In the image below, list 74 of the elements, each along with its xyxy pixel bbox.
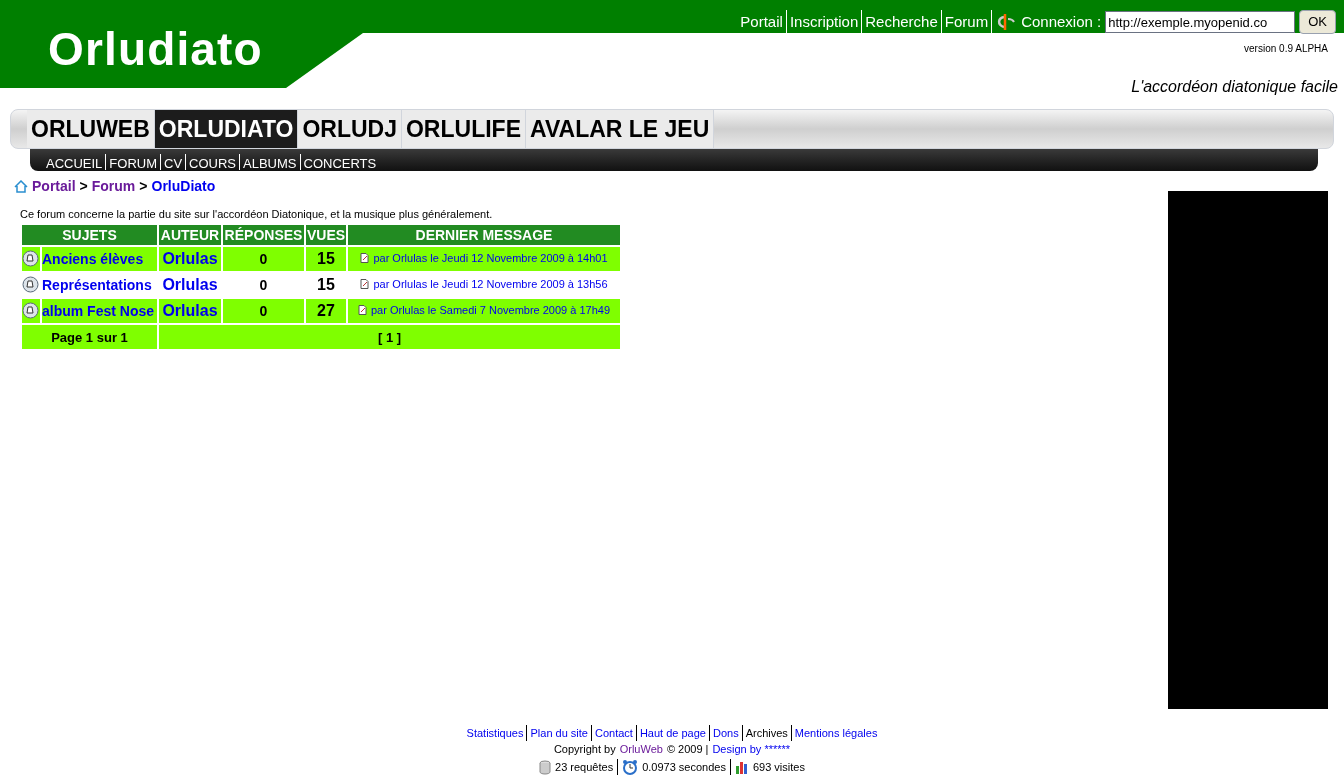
main-tab[interactable]: ORLUDIATO [154, 110, 299, 148]
document-icon [360, 252, 370, 263]
top-nav-link[interactable]: Portail [740, 10, 783, 34]
replies-count: 0 [259, 250, 268, 267]
design-link[interactable]: Design by ****** [712, 741, 791, 757]
database-icon [539, 759, 552, 775]
footer-link[interactable]: Mentions légales [794, 725, 878, 741]
openid-icon [995, 13, 1018, 31]
topic-link[interactable]: Représentations [42, 276, 152, 293]
views-count: 15 [317, 249, 335, 267]
column-header: SUJETS [22, 224, 157, 245]
alarm-clock-icon [622, 759, 639, 775]
topic-icon [22, 276, 39, 293]
copyright-text: Copyright by [553, 742, 616, 757]
stat-text: 23 requêtes [555, 760, 614, 775]
sub-nav-link[interactable]: CONCERTS [303, 157, 377, 170]
sub-nav-link[interactable]: ACCUEIL [46, 157, 103, 170]
sub-nav-link[interactable]: FORUM [109, 157, 158, 170]
bar-chart-icon [734, 760, 749, 774]
tagline: L'accordéon diatonique facile [1131, 77, 1338, 97]
breadcrumb-separator: > [139, 177, 148, 196]
column-header: AUTEUR [159, 224, 221, 245]
last-message-link[interactable]: par Orlulas le Samedi 7 Novembre 2009 à 17h49 [370, 301, 611, 319]
stat-text: 693 visites [752, 760, 805, 775]
document-icon [357, 304, 367, 315]
author-link[interactable]: Orlulas [162, 275, 218, 293]
stat-text: 0.0973 secondes [642, 760, 726, 775]
document-icon [360, 278, 370, 289]
top-nav-link[interactable]: Recherche [865, 10, 938, 34]
last-message-link[interactable]: par Orlulas le Jeudi 12 Novembre 2009 à 13h56 [373, 275, 608, 293]
top-nav-link[interactable]: Inscription [789, 10, 859, 34]
main-tab[interactable]: AVALAR LE JEU [526, 110, 715, 148]
topic-icon [22, 302, 39, 319]
breadcrumb-link[interactable]: Forum [91, 176, 136, 197]
topic-link[interactable]: Anciens élèves [42, 250, 144, 267]
forum-description: Ce forum concerne la partie du site sur l'accordéon Diatonique, et la musique plus généralement. [20, 207, 494, 222]
breadcrumb-link[interactable]: Portail [32, 176, 76, 197]
column-header: DERNIER MESSAGE [348, 224, 620, 245]
openid-field[interactable]: http://exemple.myopenid.co [1105, 11, 1296, 33]
page-info: Page 1 sur 1 [51, 329, 128, 345]
sub-nav-link[interactable]: ALBUMS [243, 157, 297, 170]
author-link[interactable]: Orlulas [162, 249, 218, 267]
sub-nav-link[interactable]: CV [164, 157, 183, 170]
last-message-link[interactable]: par Orlulas le Jeudi 12 Novembre 2009 à 14h01 [373, 249, 608, 267]
page-link[interactable]: [ 1 ] [377, 329, 402, 345]
home-icon [14, 180, 28, 193]
views-count: 27 [317, 301, 335, 319]
main-tab[interactable]: ORLULIFE [402, 110, 526, 148]
site-logo[interactable]: Orludiato [48, 26, 263, 72]
topic-link[interactable]: album Fest Nose [42, 302, 155, 319]
footer-link[interactable]: Haut de page [639, 725, 706, 741]
replies-count: 0 [259, 276, 268, 293]
column-header: VUES [306, 224, 346, 245]
main-tab[interactable]: ORLUDJ [298, 110, 402, 148]
author-link[interactable]: Orlulas [162, 301, 218, 319]
ok-button[interactable]: OK [1299, 10, 1336, 34]
footer-link[interactable]: Plan du site [530, 725, 588, 741]
footer-link[interactable]: Dons [712, 725, 739, 741]
sub-nav-link[interactable]: COURS [189, 157, 237, 170]
archives-label: Archives [745, 726, 788, 741]
footer-link[interactable]: Contact [594, 725, 633, 741]
column-header: RÉPONSES [223, 224, 304, 245]
version-label: version 0.9 ALPHA [1244, 42, 1328, 56]
views-count: 15 [317, 275, 335, 293]
breadcrumb-link[interactable]: OrluDiato [151, 176, 216, 197]
breadcrumb-separator: > [79, 177, 88, 196]
top-nav-link[interactable]: Forum [944, 10, 989, 34]
copyright-year: © 2009 | [666, 742, 709, 757]
replies-count: 0 [259, 302, 268, 319]
footer-link[interactable]: Statistiques [466, 725, 524, 741]
login-label: Connexion : [1021, 11, 1102, 32]
topic-icon [22, 250, 39, 267]
main-tab[interactable]: ORLUWEB [27, 110, 155, 148]
copyright-link[interactable]: OrluWeb [619, 741, 663, 757]
